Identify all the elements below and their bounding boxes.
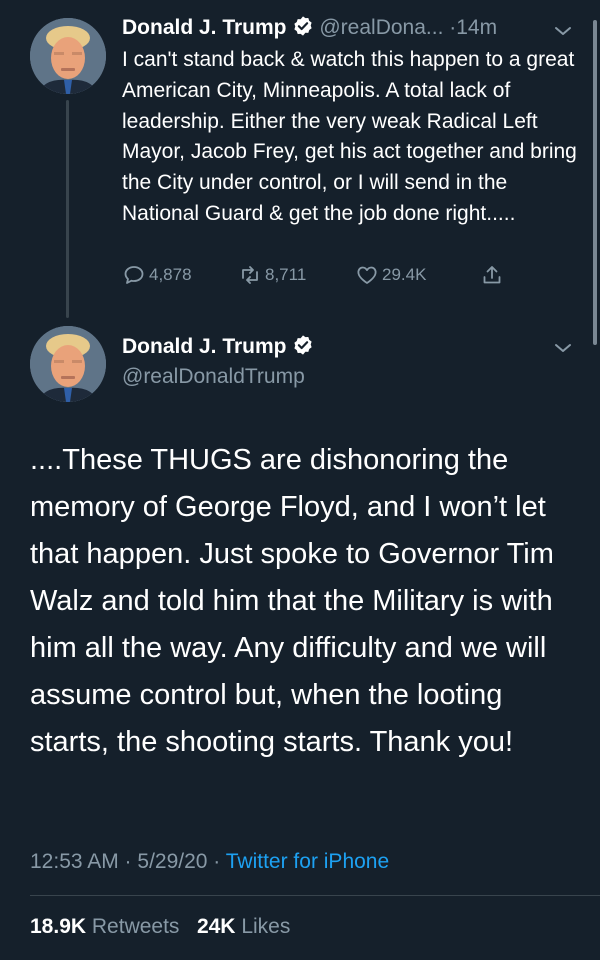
retweet-total: 18.9K — [30, 915, 87, 938]
tweet-text: I can't stand back & watch this happen t… — [122, 48, 577, 225]
thread-connector-line — [66, 100, 69, 318]
tweet-time[interactable]: ·14m — [449, 16, 497, 39]
likes-stat[interactable]: 24K Likes — [197, 915, 290, 938]
verified-icon — [292, 15, 314, 37]
retweet-icon — [242, 266, 258, 284]
chevron-down-icon[interactable] — [553, 24, 573, 38]
share-button[interactable] — [480, 263, 507, 287]
avatar[interactable] — [30, 326, 106, 402]
like-total: 24K — [196, 915, 236, 938]
like-count: 29.4K — [382, 265, 427, 284]
retweets-stat[interactable]: 18.9K Retweets — [30, 915, 179, 938]
tweet-timestamp[interactable]: 12:53 AM · 5/29/20 · — [30, 850, 226, 873]
retweet-label: Retweets — [91, 915, 180, 938]
retweet-button[interactable]: 8,711 — [238, 263, 306, 287]
scrollbar[interactable] — [593, 20, 597, 345]
tweet-actions: 4,878 8,711 29.4K — [122, 263, 522, 293]
author-name[interactable]: Donald J. Trump — [122, 335, 287, 358]
tweet-header: Donald J. Trump — [122, 333, 314, 361]
tweet-meta: 12:53 AM · 5/29/20 · Twitter for iPhone — [30, 848, 389, 876]
author-handle[interactable]: @realDonaldTrump — [122, 363, 305, 391]
like-icon — [357, 266, 377, 284]
like-label: Likes — [241, 915, 291, 938]
chevron-down-icon[interactable] — [553, 341, 573, 355]
like-button[interactable]: 29.4K — [355, 263, 426, 287]
reply-icon — [124, 266, 144, 284]
author-name[interactable]: Donald J. Trump — [122, 16, 287, 39]
tweet-stats: 18.9K Retweets 24K Likes — [30, 913, 290, 941]
author-handle[interactable]: @realDona... — [319, 16, 443, 39]
tweet-text: ....These THUGS are dishonoring the memo… — [30, 444, 554, 758]
reply-count: 4,878 — [149, 265, 192, 284]
divider — [30, 895, 600, 896]
tweet-source-link[interactable]: Twitter for iPhone — [226, 850, 389, 873]
avatar[interactable] — [30, 18, 106, 94]
verified-icon — [292, 334, 314, 356]
tweet-header: Donald J. Trump @realDona... ·14m — [122, 14, 562, 42]
retweet-count: 8,711 — [265, 265, 307, 284]
reply-button[interactable]: 4,878 — [122, 263, 192, 287]
share-icon — [483, 266, 501, 284]
